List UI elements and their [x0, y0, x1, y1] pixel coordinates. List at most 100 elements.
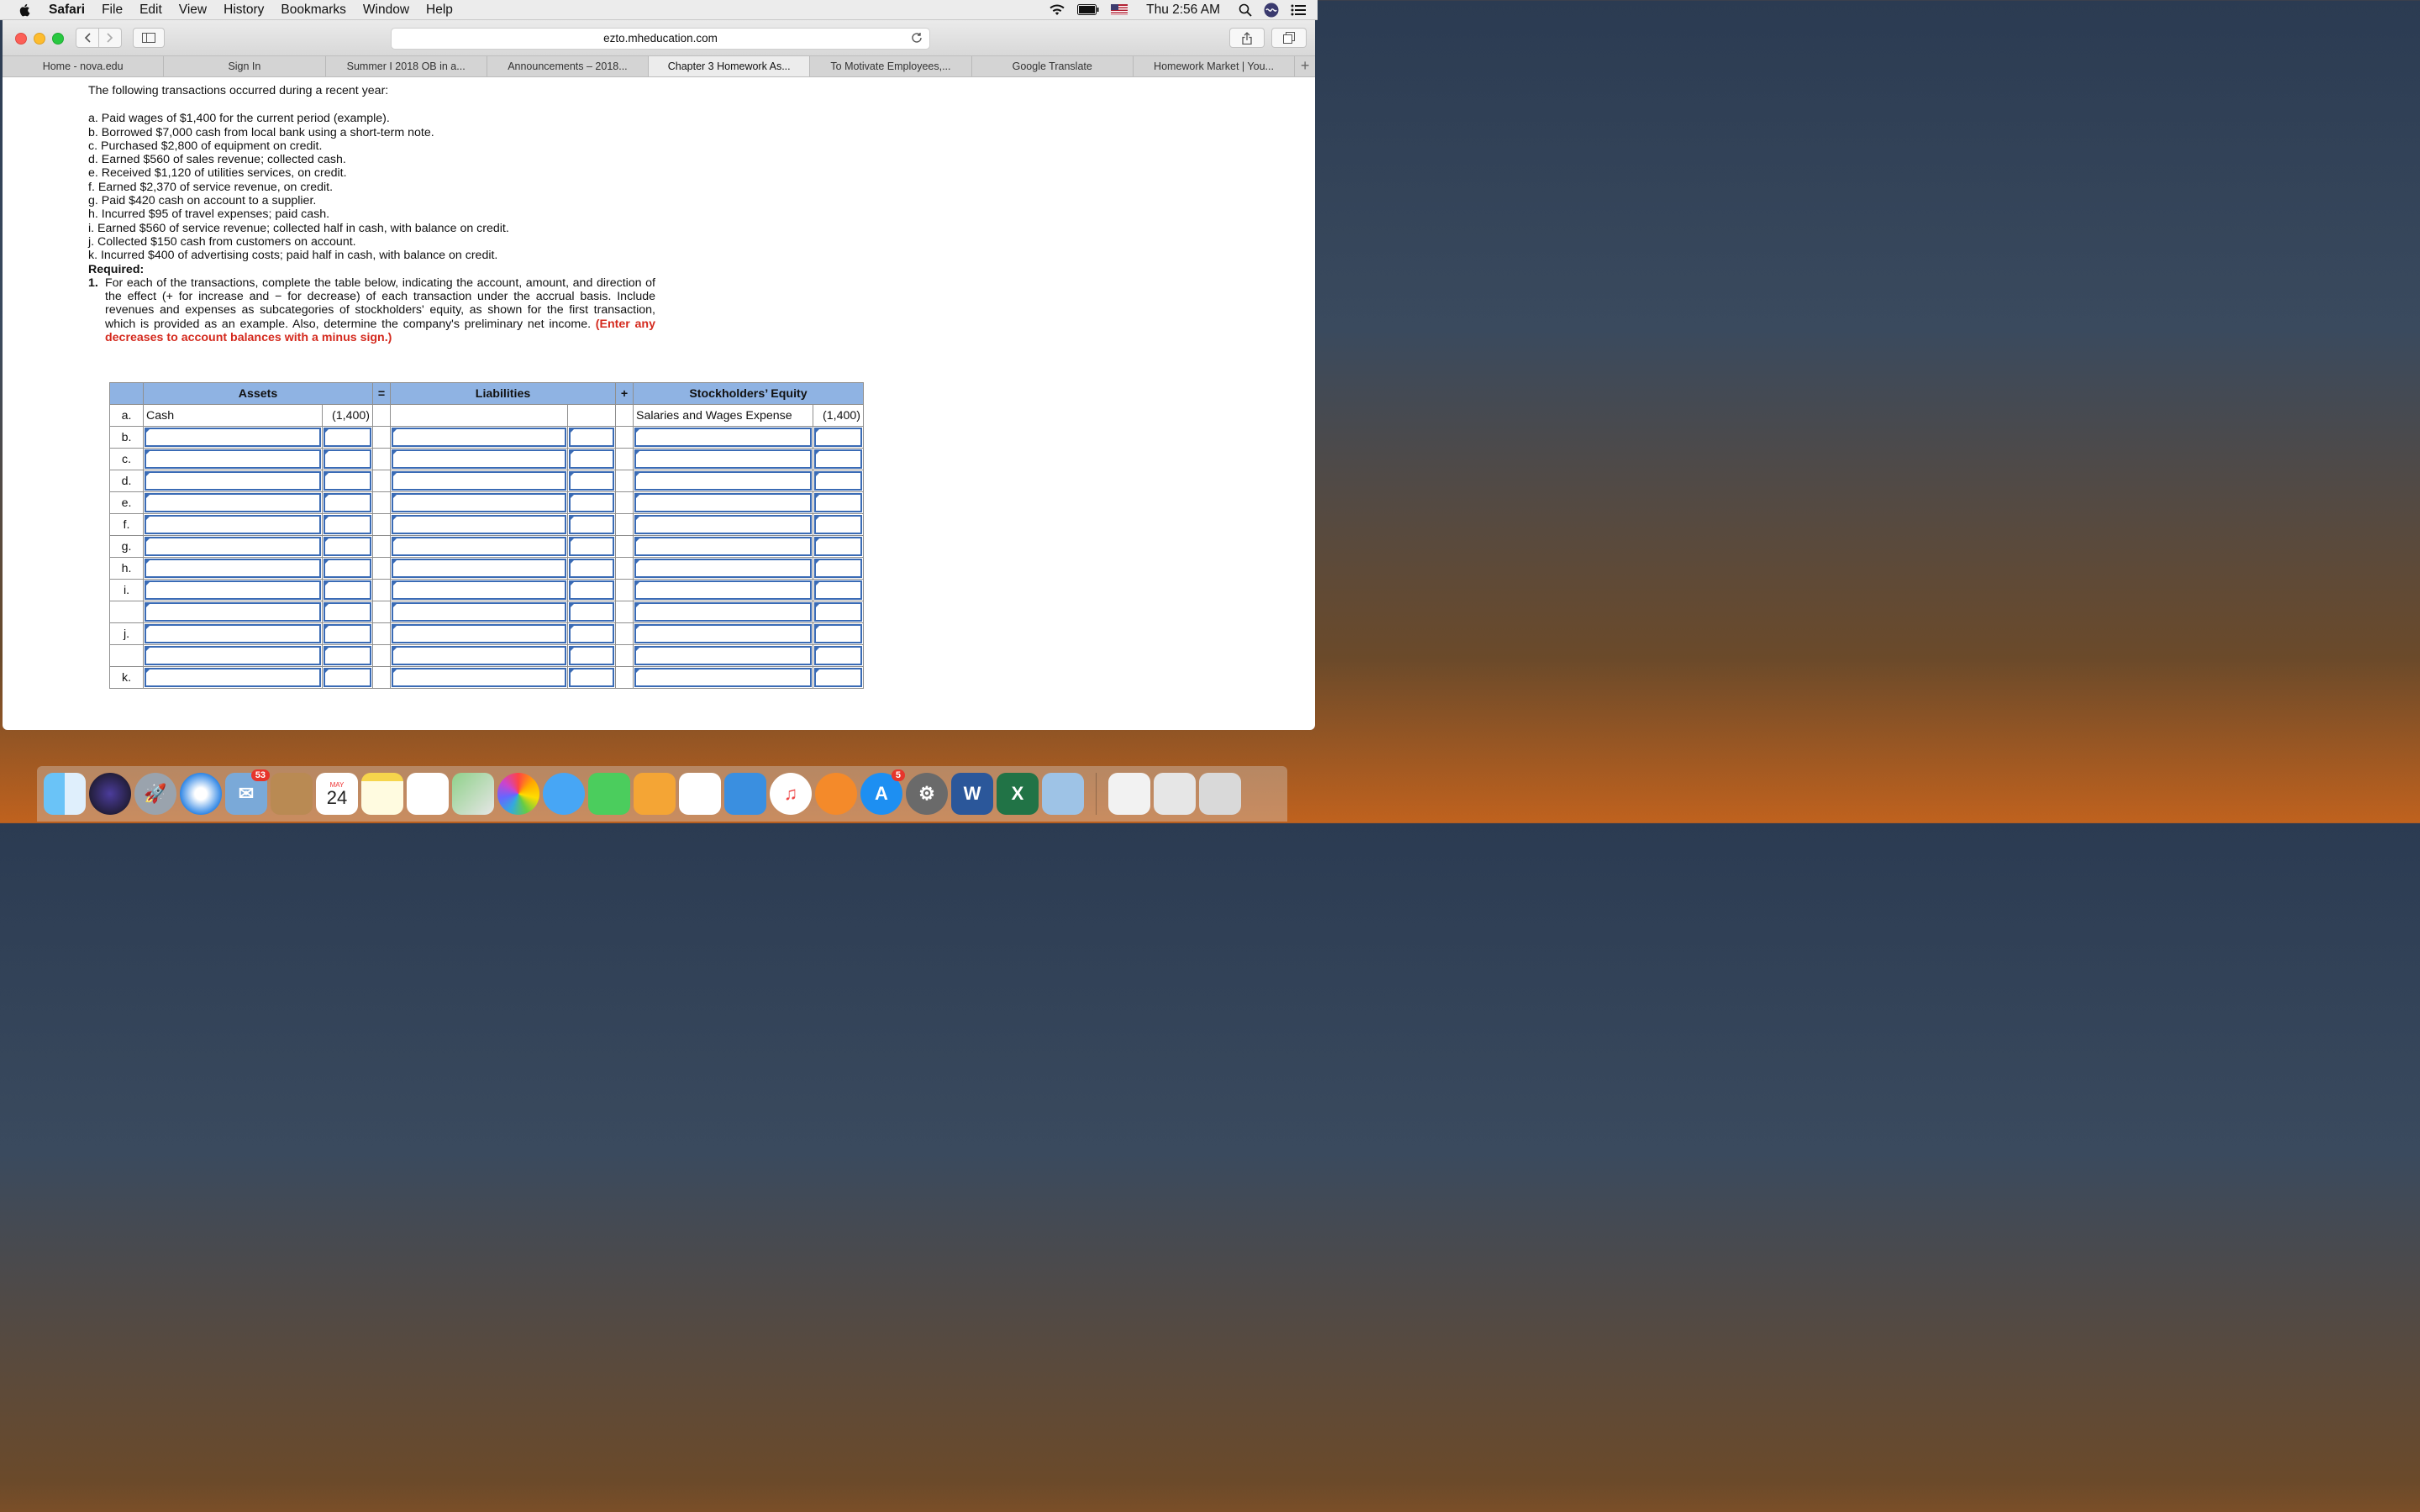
menu-history[interactable]: History: [224, 3, 264, 18]
equity-account-input[interactable]: [634, 559, 812, 578]
tab-summer-ob[interactable]: Summer I 2018 OB in a...: [326, 56, 487, 76]
excel-icon[interactable]: X: [997, 773, 1039, 815]
equity-amount-input[interactable]: [814, 646, 862, 665]
spotlight-search-icon[interactable]: [1239, 3, 1252, 17]
menu-view[interactable]: View: [179, 3, 207, 18]
siri-icon[interactable]: [1264, 3, 1279, 18]
liability-account-input[interactable]: [392, 471, 566, 491]
equity-account-input[interactable]: [634, 537, 812, 556]
trash-icon[interactable]: [1199, 773, 1241, 815]
equity-amount-input[interactable]: [814, 428, 862, 447]
equity-amount-input[interactable]: [814, 449, 862, 469]
messages-icon[interactable]: [543, 773, 585, 815]
new-tab-button[interactable]: +: [1295, 56, 1315, 76]
pages-icon[interactable]: [634, 773, 676, 815]
safari-app-icon[interactable]: [180, 773, 222, 815]
equity-amount-input[interactable]: [814, 471, 862, 491]
liability-amount-input[interactable]: [569, 493, 614, 512]
equity-amount-input[interactable]: [814, 602, 862, 622]
photos-icon[interactable]: [497, 773, 539, 815]
liability-amount-input[interactable]: [569, 559, 614, 578]
equity-amount-input[interactable]: [814, 559, 862, 578]
wifi-icon[interactable]: [1049, 3, 1065, 16]
equity-amount-input[interactable]: [814, 624, 862, 643]
liability-account-input[interactable]: [392, 602, 566, 622]
liability-amount-input[interactable]: [569, 646, 614, 665]
menu-file[interactable]: File: [102, 3, 123, 18]
zoom-window-button[interactable]: [52, 33, 64, 45]
equity-account-input[interactable]: [634, 602, 812, 622]
equity-amount-input[interactable]: [814, 493, 862, 512]
liability-amount-input[interactable]: [569, 449, 614, 469]
downloads-stack-icon[interactable]: [1154, 773, 1196, 815]
liability-amount-input[interactable]: [569, 537, 614, 556]
tab-announcements[interactable]: Announcements – 2018...: [487, 56, 650, 76]
facetime-icon[interactable]: [588, 773, 630, 815]
notification-center-icon[interactable]: [1291, 4, 1306, 16]
address-bar[interactable]: ezto.mheducation.com: [391, 28, 930, 50]
equity-account-input[interactable]: [634, 449, 812, 469]
close-window-button[interactable]: [15, 33, 27, 45]
asset-amount-input[interactable]: [324, 537, 371, 556]
keynote-icon[interactable]: [724, 773, 766, 815]
liability-account-input[interactable]: [392, 559, 566, 578]
tab-home-nova[interactable]: Home - nova.edu: [3, 56, 165, 76]
equity-account-input[interactable]: [634, 646, 812, 665]
asset-amount-input[interactable]: [324, 471, 371, 491]
reload-icon[interactable]: [911, 32, 923, 44]
menu-help[interactable]: Help: [426, 3, 453, 18]
notes-icon[interactable]: [361, 773, 403, 815]
preview-icon[interactable]: [1042, 773, 1084, 815]
liability-amount-input[interactable]: [569, 580, 614, 600]
asset-account-input[interactable]: [145, 602, 321, 622]
equity-account-input[interactable]: [634, 493, 812, 512]
liability-amount-input[interactable]: [569, 602, 614, 622]
minimize-window-button[interactable]: [34, 33, 45, 45]
menu-window[interactable]: Window: [363, 3, 409, 18]
tab-sign-in[interactable]: Sign In: [164, 56, 326, 76]
asset-account-input[interactable]: [145, 493, 321, 512]
tab-homework-market[interactable]: Homework Market | You...: [1134, 56, 1296, 76]
liability-account-input[interactable]: [392, 449, 566, 469]
siri-app-icon[interactable]: [89, 773, 131, 815]
calendar-icon[interactable]: MAY 24: [316, 773, 358, 815]
tab-google-translate[interactable]: Google Translate: [972, 56, 1134, 76]
liability-amount-input[interactable]: [569, 515, 614, 534]
equity-account-input[interactable]: [634, 515, 812, 534]
liability-account-input[interactable]: [392, 668, 566, 687]
asset-amount-input[interactable]: [324, 559, 371, 578]
battery-icon[interactable]: [1077, 4, 1099, 15]
tab-motivate-employees[interactable]: To Motivate Employees,...: [810, 56, 972, 76]
asset-amount-input[interactable]: [324, 449, 371, 469]
liability-account-input[interactable]: [392, 580, 566, 600]
asset-account-input[interactable]: [145, 559, 321, 578]
asset-amount-input[interactable]: [324, 515, 371, 534]
liability-account-input[interactable]: [392, 537, 566, 556]
launchpad-icon[interactable]: 🚀: [134, 773, 176, 815]
ibooks-icon[interactable]: [815, 773, 857, 815]
equity-amount-input[interactable]: [814, 580, 862, 600]
liability-account-input[interactable]: [392, 515, 566, 534]
asset-account-input[interactable]: [145, 537, 321, 556]
equity-amount-input[interactable]: [814, 668, 862, 687]
clock[interactable]: Thu 2:56 AM: [1146, 3, 1220, 18]
liability-account-input[interactable]: [392, 646, 566, 665]
asset-amount-input[interactable]: [324, 624, 371, 643]
back-button[interactable]: [76, 28, 99, 48]
liability-amount-input[interactable]: [569, 471, 614, 491]
reminders-icon[interactable]: [407, 773, 449, 815]
flag-icon[interactable]: [1111, 4, 1128, 15]
liability-account-input[interactable]: [392, 428, 566, 447]
liability-amount-input[interactable]: [569, 624, 614, 643]
finder-icon[interactable]: [44, 773, 86, 815]
liability-amount-input[interactable]: [569, 668, 614, 687]
liability-account-input[interactable]: [392, 624, 566, 643]
equity-account-input[interactable]: [634, 428, 812, 447]
asset-amount-input[interactable]: [324, 428, 371, 447]
asset-amount-input[interactable]: [324, 602, 371, 622]
apple-menu-icon[interactable]: [18, 3, 32, 17]
menu-app-name[interactable]: Safari: [49, 3, 85, 18]
maps-icon[interactable]: [452, 773, 494, 815]
menu-bookmarks[interactable]: Bookmarks: [281, 3, 346, 18]
system-preferences-icon[interactable]: ⚙: [906, 773, 948, 815]
